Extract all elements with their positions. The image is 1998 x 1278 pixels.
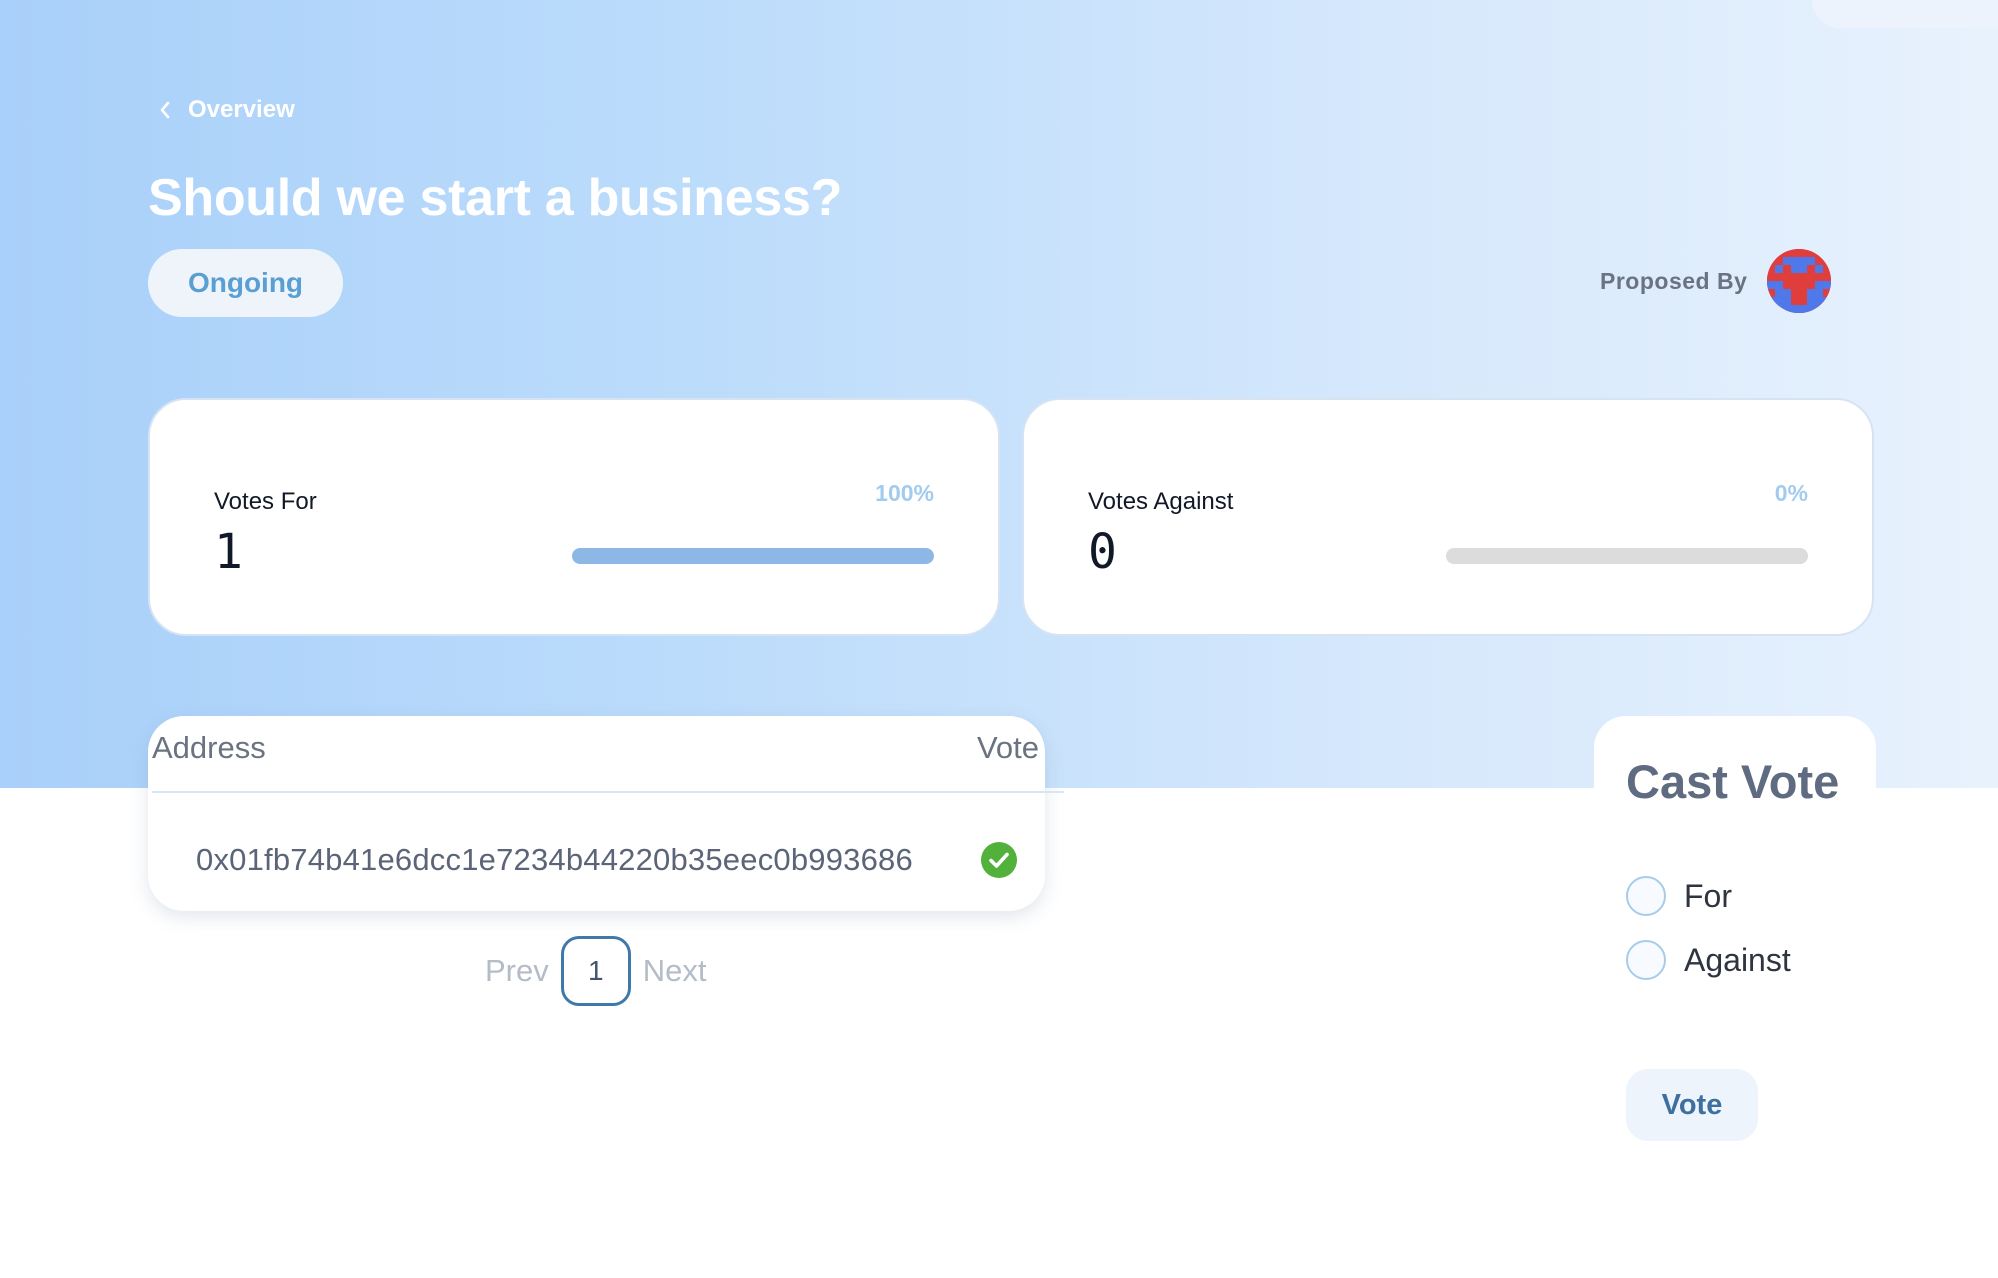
proposer-avatar[interactable] [1767, 249, 1832, 313]
votes-against-progress-bar [1446, 548, 1808, 564]
cast-vote-panel: Cast Vote For Against Vote [1594, 716, 1876, 1141]
header-background [0, 0, 1998, 788]
votes-against-card: Votes Against 0 0% [1022, 398, 1874, 636]
votes-for-progress-fill [572, 548, 934, 564]
page-title: Should we start a business? [148, 169, 843, 227]
table-divider [152, 791, 1064, 793]
votes-for-progress-bar [572, 548, 934, 564]
votes-against-percent: 0% [1774, 480, 1808, 506]
identicon-image [1767, 249, 1832, 313]
vote-option-for[interactable]: For [1626, 876, 1732, 916]
votes-for-count: 1 [214, 524, 243, 580]
submit-vote-button[interactable]: Vote [1626, 1069, 1758, 1141]
column-header-vote: Vote [976, 730, 1039, 765]
prev-page-button[interactable]: Prev [485, 953, 549, 989]
radio-against[interactable] [1626, 940, 1666, 980]
votes-against-count: 0 [1088, 524, 1117, 580]
column-header-address: Address [152, 730, 266, 765]
chevron-left-icon [158, 100, 172, 120]
cast-vote-title: Cast Vote [1626, 755, 1840, 808]
page-number-current[interactable]: 1 [560, 936, 631, 1006]
next-page-button[interactable]: Next [643, 953, 707, 989]
radio-for[interactable] [1626, 876, 1666, 916]
votes-for-label: Votes For [214, 488, 317, 515]
check-circle-icon [981, 842, 1017, 878]
votes-for-percent: 100% [875, 480, 934, 506]
pagination: Prev 1 Next [485, 936, 707, 1006]
proposed-by-label: Proposed By [1600, 267, 1748, 294]
vote-option-against-label: Against [1684, 941, 1791, 978]
status-badge: Ongoing [148, 249, 343, 317]
vote-option-against[interactable]: Against [1626, 940, 1791, 980]
vote-option-for-label: For [1684, 877, 1732, 914]
voter-address: 0x01fb74b41e6dcc1e7234b44220b35eec0b9936… [196, 842, 913, 877]
top-right-decoration [1812, 0, 1998, 28]
back-to-overview-link[interactable]: Overview [158, 94, 295, 126]
votes-for-card: Votes For 1 100% [148, 398, 1000, 636]
back-link-label: Overview [188, 96, 295, 123]
proposer-info: Proposed By [1600, 247, 1832, 315]
votes-table: Address Vote 0x01fb74b41e6dcc1e7234b4422… [148, 716, 1064, 911]
votes-against-label: Votes Against [1088, 488, 1234, 515]
